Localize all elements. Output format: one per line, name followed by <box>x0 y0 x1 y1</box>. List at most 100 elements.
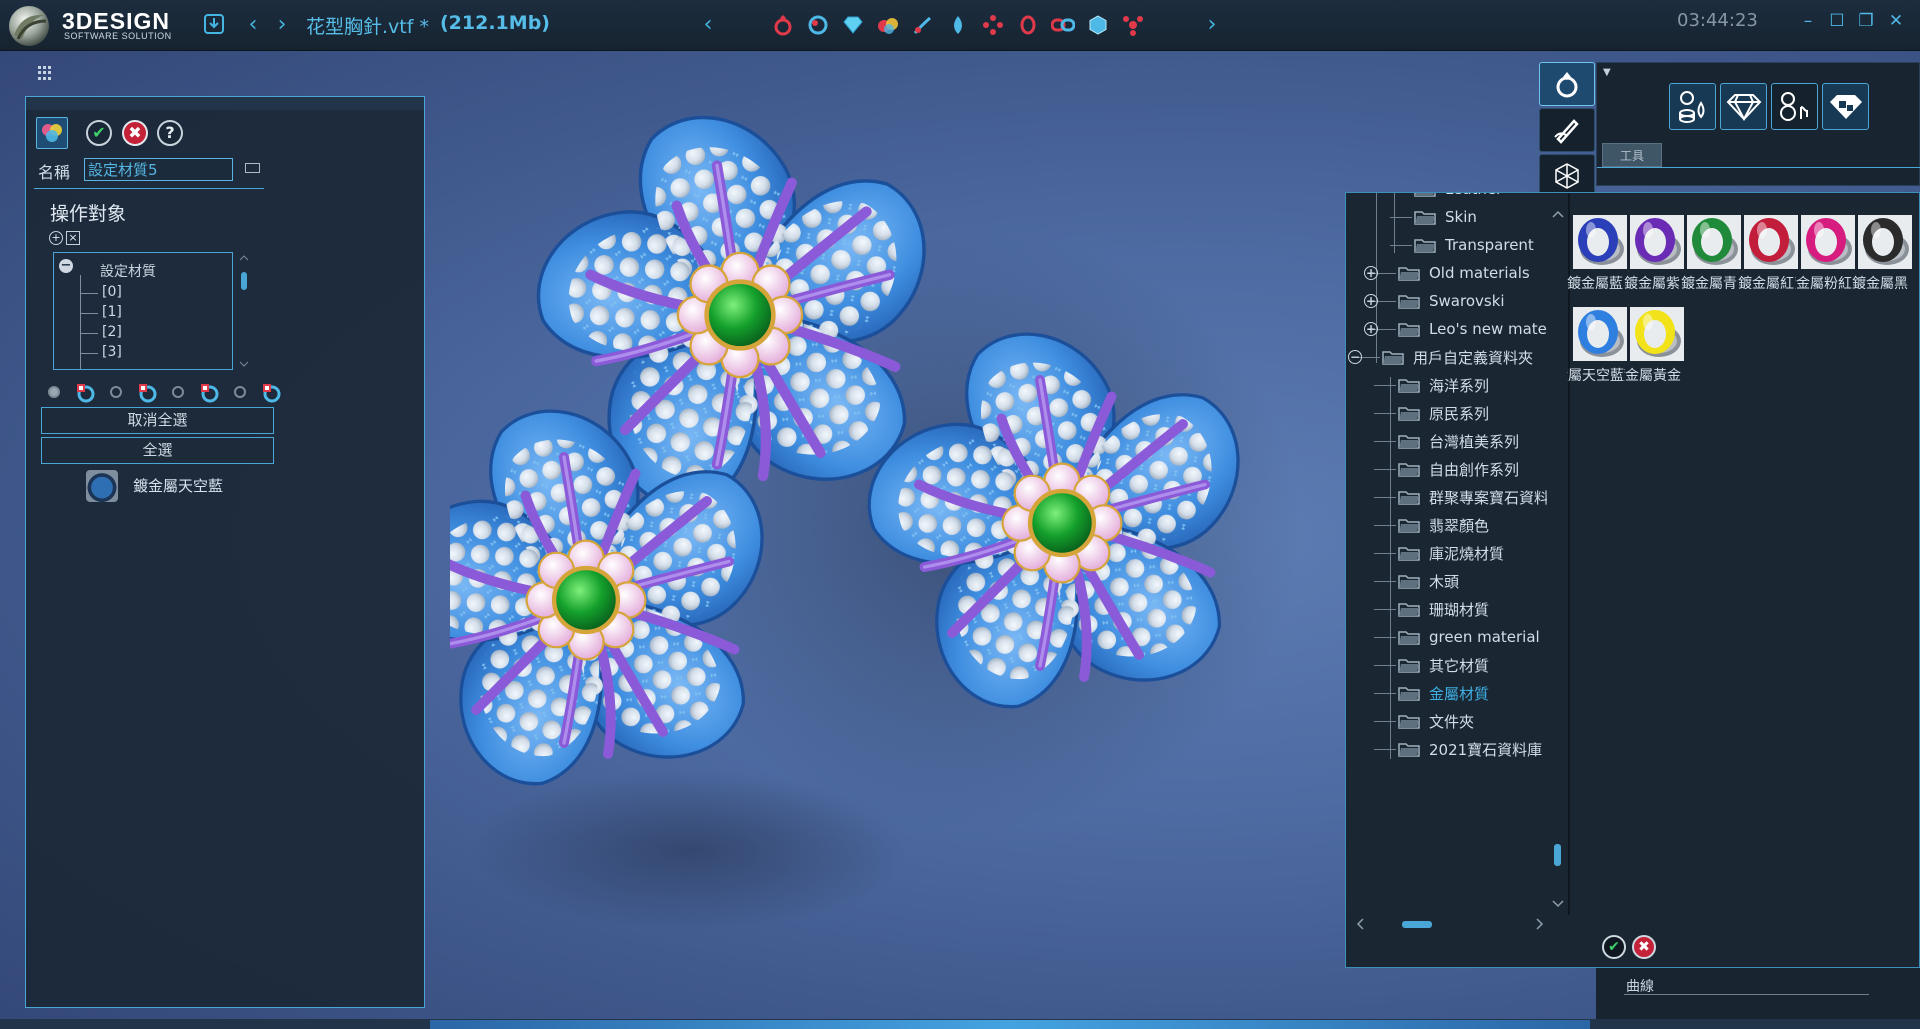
material-thumbnail[interactable] <box>1630 307 1684 361</box>
mode-radio[interactable] <box>172 386 184 398</box>
tree-root-label[interactable]: 設定材質 <box>100 261 156 281</box>
tree-vertical-scrollbar[interactable] <box>1550 207 1566 911</box>
folder-label: Old materials <box>1429 264 1530 282</box>
cylinder-drop-icon[interactable] <box>1669 83 1716 130</box>
folder-item[interactable]: 木頭 <box>1398 569 1459 593</box>
close-icon[interactable]: ✕ <box>1885 10 1907 32</box>
toolbar-prev-icon[interactable]: ‹ <box>695 12 721 38</box>
redo-arrow-icon[interactable]: › <box>269 12 295 38</box>
add-target-icon[interactable]: + <box>49 231 63 245</box>
jewelry-mode-ring-icon[interactable] <box>1539 62 1595 106</box>
toolbar-next-icon[interactable]: › <box>1199 12 1225 38</box>
material-thumbnail[interactable] <box>1687 215 1741 269</box>
save-icon[interactable] <box>202 12 228 38</box>
ring-touch-icon[interactable] <box>1771 83 1818 130</box>
sketch-pen-icon[interactable] <box>1539 108 1595 152</box>
folder-icon <box>1414 239 1436 253</box>
remove-target-icon[interactable]: × <box>66 231 80 245</box>
tab-tools[interactable]: 工具 <box>1602 143 1662 167</box>
folder-icon <box>1398 603 1420 617</box>
expand-icon[interactable]: + <box>1364 294 1378 308</box>
gem-puzzle-icon[interactable] <box>1822 83 1869 130</box>
folder-icon <box>1414 211 1436 225</box>
module-toolbar <box>770 11 1146 39</box>
ring-pattern-icon <box>263 384 281 403</box>
material-thumbnail[interactable] <box>1573 307 1627 361</box>
material-thumbnail[interactable] <box>1573 215 1627 269</box>
cancel-button[interactable]: ✖ <box>1632 935 1656 959</box>
folder-item[interactable]: Skin <box>1414 205 1477 229</box>
minimize-icon[interactable]: – <box>1797 10 1819 32</box>
folder-item[interactable]: 原民系列 <box>1398 401 1489 425</box>
gem-icon[interactable] <box>840 11 866 39</box>
material-thumbnail[interactable] <box>1630 215 1684 269</box>
collapse-icon[interactable]: − <box>1348 350 1362 364</box>
folder-item[interactable]: Leo's new materials <box>1398 317 1547 341</box>
mode-radio[interactable] <box>110 386 122 398</box>
chain-icon[interactable] <box>1015 11 1041 39</box>
mode-radio[interactable] <box>234 386 246 398</box>
bracelet-icon[interactable] <box>805 11 831 39</box>
material-thumbnail[interactable] <box>1744 215 1798 269</box>
material-folder-tree: Leather Skin Transparent + Old materials + Swa… <box>1346 193 1547 915</box>
tree-item[interactable]: [3] <box>102 344 122 360</box>
deselect-all-button[interactable]: 取消全選 <box>41 407 274 434</box>
folder-item[interactable]: Old materials <box>1398 261 1530 285</box>
tree-item[interactable]: [0] <box>102 284 122 300</box>
molecule-icon[interactable] <box>1120 11 1146 39</box>
folder-item[interactable]: Leather <box>1414 193 1502 201</box>
tree-scrollbar[interactable] <box>237 252 251 370</box>
tree-line <box>80 275 81 369</box>
material-color-icon[interactable] <box>36 117 68 149</box>
expand-icon[interactable]: + <box>1364 266 1378 280</box>
tree-item[interactable]: [1] <box>102 304 122 320</box>
folder-item[interactable]: 用戶自定義資料夾 <box>1382 345 1533 369</box>
brush-icon[interactable] <box>910 11 936 39</box>
restore-icon[interactable]: ❐ <box>1855 10 1877 32</box>
grid-menu-icon[interactable] <box>38 66 52 80</box>
mode-radio[interactable] <box>48 386 60 398</box>
ring-icon[interactable] <box>770 11 796 39</box>
expand-icon[interactable]: + <box>1364 322 1378 336</box>
folder-item[interactable]: 其它材質 <box>1398 653 1489 677</box>
undo-arrow-icon[interactable]: ‹ <box>240 12 266 38</box>
cube-icon[interactable] <box>1085 11 1111 39</box>
maximize-icon[interactable]: ☐ <box>1826 10 1848 32</box>
folder-item[interactable]: 2021寶石資料庫 <box>1398 737 1542 761</box>
cancel-button[interactable]: ✖ <box>122 120 148 146</box>
dropdown-caret-icon[interactable]: ▼ <box>1603 67 1611 78</box>
folder-item[interactable]: 珊瑚材質 <box>1398 597 1489 621</box>
diamond-icon[interactable] <box>1720 83 1767 130</box>
folder-item[interactable]: Swarovski <box>1398 289 1505 313</box>
folder-item[interactable]: 文件夾 <box>1398 709 1474 733</box>
keyboard-icon[interactable] <box>245 163 260 173</box>
ring-pattern-icon <box>201 384 219 403</box>
tree-line <box>1374 637 1396 638</box>
folder-item[interactable]: 金屬材質 <box>1398 681 1489 705</box>
folder-item[interactable]: 海洋系列 <box>1398 373 1489 397</box>
beads-icon[interactable] <box>980 11 1006 39</box>
3d-viewport[interactable] <box>450 110 1330 970</box>
tree-horizontal-scrollbar[interactable] <box>1354 913 1546 935</box>
folder-item[interactable]: green material <box>1398 625 1540 649</box>
material-thumbnail[interactable] <box>1801 215 1855 269</box>
collapse-icon[interactable]: − <box>59 259 73 273</box>
drop-icon[interactable] <box>945 11 971 39</box>
links-icon[interactable] <box>1050 11 1076 39</box>
material-thumbnail[interactable] <box>1858 215 1912 269</box>
confirm-button[interactable]: ✔ <box>1602 935 1626 959</box>
confirm-button[interactable]: ✔ <box>86 120 112 146</box>
folder-item[interactable]: 自由創作系列 <box>1398 457 1519 481</box>
folder-item[interactable]: 台灣植美系列 <box>1398 429 1519 453</box>
name-input[interactable]: 設定材質5 <box>84 158 233 181</box>
folder-item[interactable]: 群聚專案寶石資料 <box>1398 485 1547 509</box>
select-all-button[interactable]: 全選 <box>41 437 274 464</box>
folder-item[interactable]: 庫泥燒材質 <box>1398 541 1504 565</box>
folder-item[interactable]: Transparent <box>1414 233 1534 257</box>
folder-item[interactable]: 翡翠顏色 <box>1398 513 1489 537</box>
divider <box>1597 167 1920 168</box>
tree-item[interactable]: [2] <box>102 324 122 340</box>
tree-line <box>1374 721 1396 722</box>
color-icon[interactable] <box>875 11 901 39</box>
help-button[interactable]: ? <box>157 120 183 146</box>
